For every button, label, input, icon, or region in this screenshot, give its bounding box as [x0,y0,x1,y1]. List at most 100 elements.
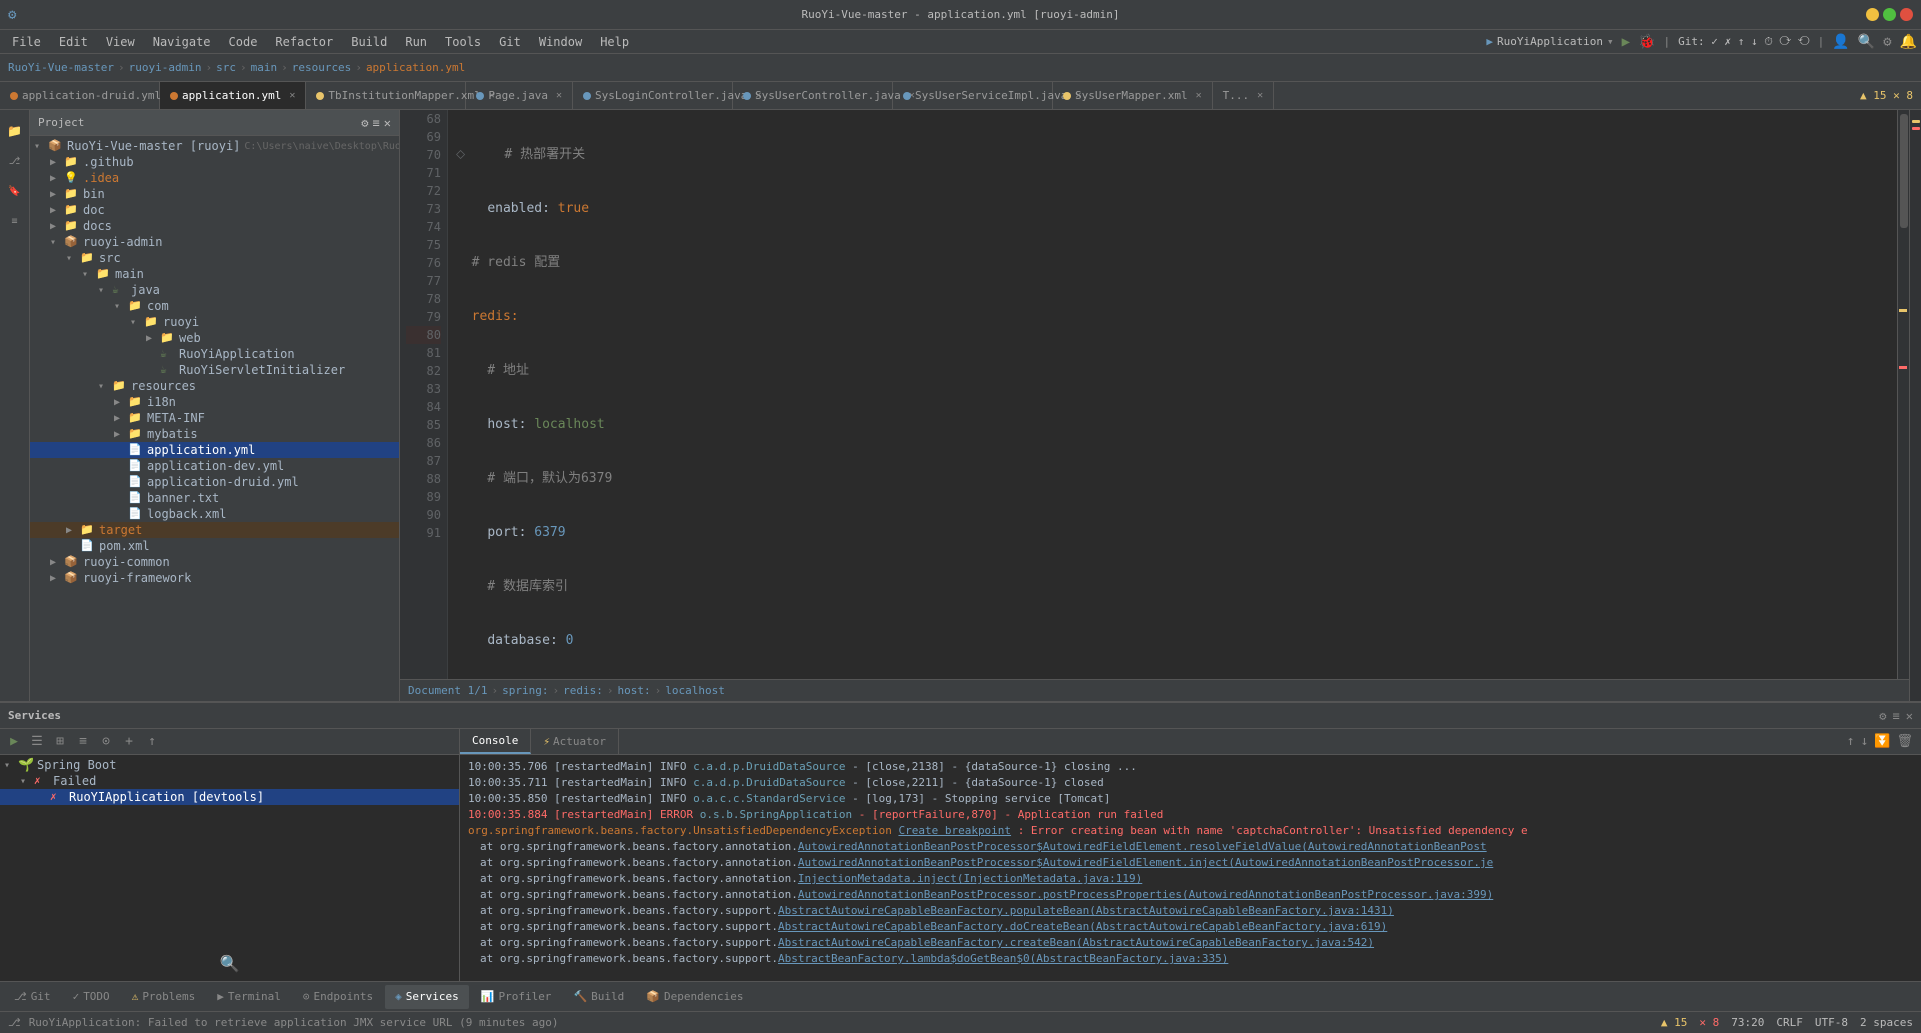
add-btn[interactable]: + [119,732,139,752]
list-view-btn[interactable]: ☰ [27,732,47,752]
tab-close-7[interactable]: ✕ [1196,90,1202,101]
tab-profiler[interactable]: 📊 Profiler [471,985,562,1009]
breadcrumb-part-src[interactable]: src [216,61,236,74]
tree-item-banner[interactable]: 📄 banner.txt [30,490,399,506]
close-panel-icon[interactable]: ✕ [384,116,391,130]
tree-item-com[interactable]: ▾ 📁 com [30,298,399,314]
menu-view[interactable]: View [98,33,143,51]
breadcrumb-part-resources[interactable]: resources [292,61,352,74]
tree-item-docs[interactable]: ▶ 📁 docs [30,218,399,234]
tab-application-druid-yml[interactable]: application-druid.yml ✕ [0,82,160,109]
tree-item-ruoyi-admin[interactable]: ▾ 📦 ruoyi-admin [30,234,399,250]
tab-terminal[interactable]: ▶ Terminal [207,985,291,1009]
svc-spring-boot[interactable]: ▾ 🌱 Spring Boot [0,757,459,773]
settings-btn[interactable]: ⚙ [1879,709,1886,723]
tab-dependencies[interactable]: 📦 Dependencies [636,985,753,1009]
filter-btn[interactable]: ≡ [73,732,93,752]
link-4[interactable]: AutowiredAnnotationBeanPostProcessor.pos… [798,888,1493,901]
bookmarks-icon[interactable]: 🔖 [2,178,28,204]
search-everywhere[interactable]: 🔍 [1858,34,1875,50]
link-7[interactable]: AbstractAutowireCapableBeanFactory.creat… [778,936,1374,949]
tab-sysuser-mapper[interactable]: SysUserMapper.xml ✕ [1053,82,1213,109]
search-icon[interactable]: 🔍 [220,954,240,973]
tree-item-bin[interactable]: ▶ 📁 bin [30,186,399,202]
maximize-button[interactable] [1883,8,1896,21]
tree-item-ruoyi-app[interactable]: ☕ RuoYiApplication [30,346,399,362]
tree-item-main[interactable]: ▾ 📁 main [30,266,399,282]
tab-tbinstitution-mapper[interactable]: TbInstitutionMapper.xml ✕ [306,82,466,109]
breadcrumb-localhost[interactable]: localhost [665,684,725,697]
git-branch-status[interactable]: ⎇ [8,1016,21,1029]
scroll-down-btn[interactable]: ↓ [1860,734,1868,749]
scroll-end-btn[interactable]: ⏬ [1874,734,1890,749]
tree-item-app-dev-yml[interactable]: 📄 application-dev.yml [30,458,399,474]
svc-ruoyi-app[interactable]: ✗ RuoYIApplication [devtools] [0,789,459,805]
settings-icon[interactable]: ⚙ [1883,34,1891,50]
tab-syslogin-controller[interactable]: SysLoginController.java ✕ [573,82,733,109]
svc-failed-group[interactable]: ▾ ✗ Failed [0,773,459,789]
tree-item-root[interactable]: ▾ 📦 RuoYi-Vue-master [ruoyi] C:\Users\na… [30,138,399,154]
tree-item-servlet[interactable]: ☕ RuoYiServletInitializer [30,362,399,378]
tree-item-mybatis[interactable]: ▶ 📁 mybatis [30,426,399,442]
tab-sysuser-controller[interactable]: SysUserController.java ✕ [733,82,893,109]
link-1[interactable]: AutowiredAnnotationBeanPostProcessor$Aut… [798,840,1487,853]
close-button[interactable] [1900,8,1913,21]
menu-navigate[interactable]: Navigate [145,33,219,51]
menu-build[interactable]: Build [343,33,395,51]
tab-close-3[interactable]: ✕ [556,90,562,101]
editor-scrollbar[interactable] [1897,110,1909,679]
extra-btn[interactable]: ↑ [142,732,162,752]
tree-item-i18n[interactable]: ▶ 📁 i18n [30,394,399,410]
menu-help[interactable]: Help [592,33,637,51]
link-5[interactable]: AbstractAutowireCapableBeanFactory.popul… [778,904,1394,917]
scroll-up-btn[interactable]: ↑ [1847,734,1855,749]
link-2[interactable]: AutowiredAnnotationBeanPostProcessor$Aut… [798,856,1493,869]
breadcrumb-spring[interactable]: spring: [502,684,548,697]
link-6[interactable]: AbstractAutowireCapableBeanFactory.doCre… [778,920,1387,933]
tab-close-active[interactable]: ✕ [289,90,295,101]
tab-build[interactable]: 🔨 Build [563,985,634,1009]
clear-btn[interactable]: 🗑 [1896,734,1913,749]
menu-edit[interactable]: Edit [51,33,96,51]
code-content[interactable]: ⬦ # 热部署开关 enabled: true # redis 配置 redis… [448,110,1909,679]
tab-services[interactable]: ◈ Services [385,985,469,1009]
notifications-icon[interactable]: 🔔 [1900,34,1917,50]
breadcrumb-redis[interactable]: redis: [563,684,603,697]
menu-run[interactable]: Run [397,33,435,51]
close-panel-btn[interactable]: ✕ [1906,709,1913,723]
minimize-button[interactable] [1866,8,1879,21]
tab-close-more[interactable]: ✕ [1257,90,1263,101]
tree-item-github[interactable]: ▶ 📁 .github [30,154,399,170]
tree-item-target[interactable]: ▶ 📁 target [30,522,399,538]
tree-item-web[interactable]: ▶ 📁 web [30,330,399,346]
tree-item-ruoyi-framework[interactable]: ▶ 📦 ruoyi-framework [30,570,399,586]
menu-code[interactable]: Code [221,33,266,51]
console-log[interactable]: 10:00:35.706 [restartedMain] INFO c.a.d.… [460,755,1921,981]
tab-git[interactable]: ⎇ Git [4,985,61,1009]
search-btn[interactable]: ⊙ [96,732,116,752]
gear-icon[interactable]: ⚙ [361,116,368,130]
create-breakpoint-link[interactable]: Create breakpoint [898,824,1011,837]
breadcrumb-part-module[interactable]: ruoyi-admin [129,61,202,74]
breadcrumb-part-main[interactable]: main [251,61,278,74]
group-btn[interactable]: ⊞ [50,732,70,752]
debug-button[interactable]: 🐞 [1638,34,1655,50]
breadcrumb-host[interactable]: host: [617,684,650,697]
tab-more[interactable]: T... ✕ [1213,82,1275,109]
structure-icon[interactable]: ≡ [2,208,28,234]
project-icon[interactable]: 📁 [2,118,28,144]
code-editor[interactable]: 68 69 70 71 72 73 74 75 76 77 78 79 80 8… [400,110,1909,679]
breadcrumb-part-root[interactable]: RuoYi-Vue-master [8,61,114,74]
tab-sysuser-service[interactable]: SysUserServiceImpl.java ✕ [893,82,1053,109]
tree-item-src[interactable]: ▾ 📁 src [30,250,399,266]
config-btn[interactable]: ≡ [1893,709,1900,723]
tab-page-java[interactable]: Page.java ✕ [466,82,573,109]
tab-problems[interactable]: ⚠ Problems [122,985,206,1009]
scrollbar-thumb[interactable] [1900,114,1908,228]
tab-endpoints[interactable]: ⊙ Endpoints [293,985,383,1009]
commit-icon[interactable]: ⎇ [2,148,28,174]
run-service-btn[interactable]: ▶ [4,732,24,752]
tree-item-java[interactable]: ▾ ☕ java [30,282,399,298]
tab-todo[interactable]: ✓ TODO [63,985,120,1009]
user-icon[interactable]: 👤 [1832,34,1849,50]
